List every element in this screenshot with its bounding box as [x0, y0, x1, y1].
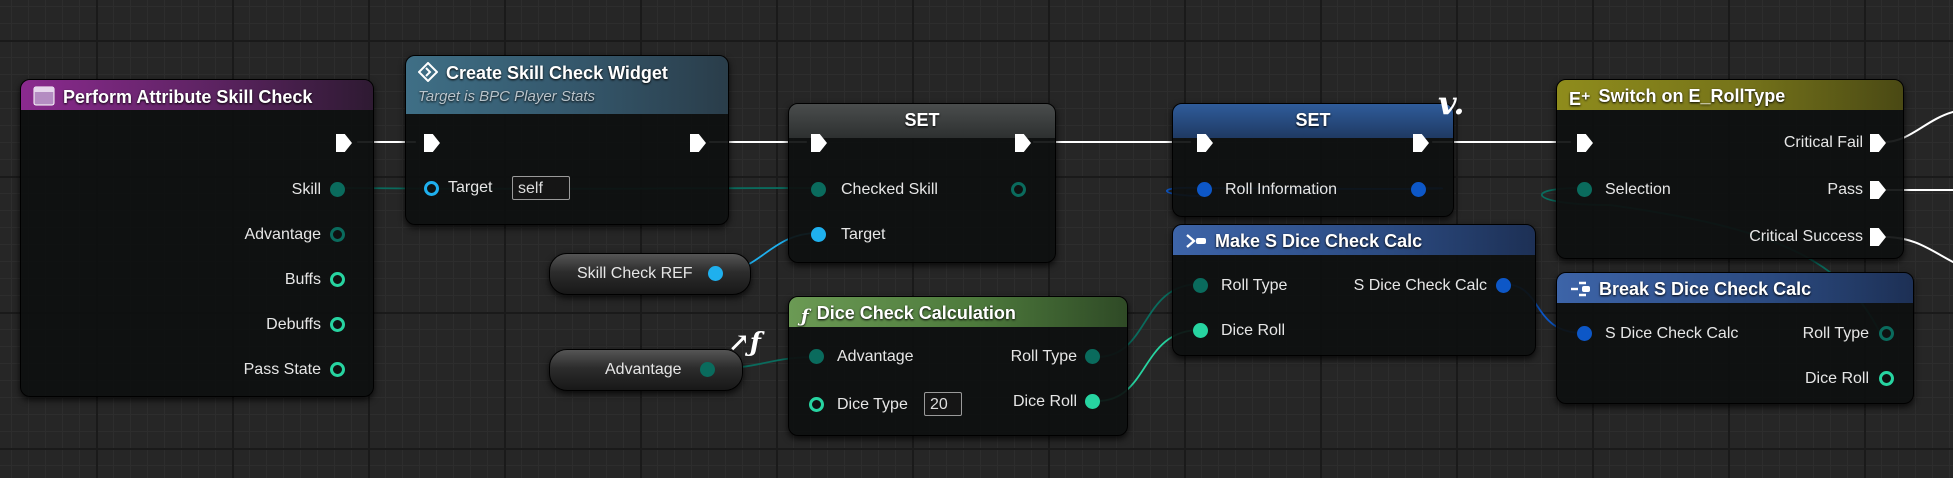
- s-dice-check-calc-out-pin[interactable]: [1496, 278, 1511, 293]
- dice-type-default-value[interactable]: 20: [924, 392, 962, 416]
- node-header: Perform Attribute Skill Check: [21, 80, 373, 110]
- getter-label: Advantage: [605, 361, 682, 378]
- dice-roll-in-pin[interactable]: [1193, 323, 1208, 338]
- node-header: SET: [789, 104, 1055, 138]
- node-title: SET: [1295, 110, 1331, 130]
- dice-roll-out-pin[interactable]: [1879, 371, 1894, 386]
- pin-label-dice-roll: Dice Roll: [1221, 322, 1286, 339]
- roll-type-out-pin[interactable]: [1879, 326, 1894, 341]
- exec-out-pin[interactable]: [690, 134, 706, 152]
- advantage-out-pin[interactable]: [330, 227, 345, 242]
- pin-label-advantage: Advantage: [837, 348, 914, 365]
- target-default-value[interactable]: self: [512, 176, 570, 200]
- perform-attribute-skill-check-node[interactable]: Perform Attribute Skill Check Skill Adva…: [20, 79, 374, 397]
- pin-label-selection: Selection: [1605, 181, 1671, 198]
- skill-check-ref-out-pin[interactable]: [708, 266, 723, 281]
- pin-label-dice-type: Dice Type: [837, 396, 908, 413]
- node-header: Break S Dice Check Calc: [1557, 273, 1913, 303]
- function-entry-icon: [33, 86, 55, 106]
- roll-information-in-pin[interactable]: [1197, 182, 1212, 197]
- exec-out-pin[interactable]: [336, 134, 352, 152]
- pass-state-out-pin[interactable]: [330, 362, 345, 377]
- pin-label-skill: Skill: [291, 181, 321, 198]
- roll-type-in-pin[interactable]: [1193, 278, 1208, 293]
- pin-label-checked-skill: Checked Skill: [841, 181, 938, 198]
- node-title: Break S Dice Check Calc: [1599, 279, 1812, 299]
- switch-on-e-rolltype-node[interactable]: E⁺ Switch on E_RollType Critical Fail Sel…: [1556, 79, 1904, 259]
- create-skill-check-widget-node[interactable]: Create Skill Check Widget Target is BPC …: [405, 55, 729, 225]
- node-header: ƒ Dice Check Calculation: [789, 297, 1127, 327]
- pin-label-roll-type: Roll Type: [1010, 348, 1077, 365]
- node-header: Make S Dice Check Calc: [1173, 225, 1535, 255]
- critical-fail-exec-out-pin[interactable]: [1870, 134, 1886, 152]
- debuffs-out-pin[interactable]: [330, 317, 345, 332]
- pin-label-roll-type: Roll Type: [1221, 277, 1288, 294]
- pin-label-s-dice-check-calc: S Dice Check Calc: [1605, 325, 1739, 342]
- break-s-dice-check-calc-node[interactable]: Break S Dice Check Calc S Dice Check Cal…: [1556, 272, 1914, 404]
- switch-icon: E⁺: [1569, 89, 1591, 109]
- set-roll-information-node[interactable]: SET Roll Information: [1172, 103, 1454, 217]
- checked-skill-in-pin[interactable]: [811, 182, 826, 197]
- pin-label-s-dice-check-calc: S Dice Check Calc: [1353, 277, 1487, 294]
- node-header: Create Skill Check Widget Target is BPC …: [406, 56, 728, 114]
- pin-label-advantage: Advantage: [244, 226, 321, 243]
- function-icon: ƒ: [801, 306, 809, 327]
- dice-check-calculation-node[interactable]: ƒ Dice Check Calculation Advantage Roll T…: [788, 296, 1128, 436]
- advantage-getter-node[interactable]: Advantage: [549, 349, 743, 391]
- target-in-pin[interactable]: [811, 227, 826, 242]
- dice-type-in-pin[interactable]: [809, 397, 824, 412]
- skill-out-pin[interactable]: [330, 182, 345, 197]
- node-title: SET: [904, 110, 940, 130]
- pin-label-dice-roll: Dice Roll: [1012, 393, 1077, 410]
- variable-marker-icon: v.: [1438, 84, 1465, 122]
- advantage-out-pin[interactable]: [700, 362, 715, 377]
- make-struct-icon: [1186, 234, 1206, 248]
- pin-label-dice-roll: Dice Roll: [1804, 370, 1869, 387]
- target-in-pin[interactable]: [424, 181, 439, 196]
- pin-label-buffs: Buffs: [284, 271, 321, 288]
- pin-label-pass: Pass: [1827, 181, 1863, 198]
- s-dice-check-calc-in-pin[interactable]: [1577, 326, 1592, 341]
- function-replicated-icon: ↗ƒ: [728, 328, 761, 358]
- buffs-out-pin[interactable]: [330, 272, 345, 287]
- node-title: Create Skill Check Widget: [446, 63, 668, 83]
- skill-check-ref-getter-node[interactable]: Skill Check REF: [549, 253, 751, 295]
- pin-label-target: Target: [448, 179, 493, 196]
- critical-success-exec-out-pin[interactable]: [1870, 228, 1886, 246]
- pin-label-critical-success: Critical Success: [1749, 228, 1863, 245]
- selection-in-pin[interactable]: [1577, 182, 1592, 197]
- node-title: Make S Dice Check Calc: [1215, 231, 1423, 251]
- pin-label-roll-information: Roll Information: [1225, 181, 1338, 198]
- dice-roll-out-pin[interactable]: [1085, 394, 1100, 409]
- node-subtitle: Target is BPC Player Stats: [418, 88, 596, 105]
- node-header: E⁺ Switch on E_RollType: [1557, 80, 1903, 110]
- pin-label-roll-type: Roll Type: [1802, 325, 1869, 342]
- exec-in-pin[interactable]: [424, 134, 440, 152]
- set-checked-skill-node[interactable]: SET Checked Skill Target: [788, 103, 1056, 263]
- pin-label-debuffs: Debuffs: [266, 316, 321, 333]
- node-title: Switch on E_RollType: [1598, 86, 1786, 106]
- node-title: Dice Check Calculation: [816, 303, 1016, 323]
- node-title: Perform Attribute Skill Check: [63, 87, 313, 107]
- exec-in-pin[interactable]: [1577, 134, 1593, 152]
- pin-label-target: Target: [841, 226, 886, 243]
- node-header: SET: [1173, 104, 1453, 138]
- function-call-icon: [418, 62, 438, 82]
- roll-type-out-pin[interactable]: [1085, 349, 1100, 364]
- advantage-in-pin[interactable]: [809, 349, 824, 364]
- checked-skill-out-pin[interactable]: [1011, 182, 1026, 197]
- pass-exec-out-pin[interactable]: [1870, 181, 1886, 199]
- make-s-dice-check-calc-node[interactable]: Make S Dice Check Calc Roll Type S Dice …: [1172, 224, 1536, 356]
- pin-label-pass-state: Pass State: [243, 361, 321, 378]
- getter-label: Skill Check REF: [577, 265, 693, 282]
- break-struct-icon: [1571, 281, 1590, 297]
- pin-label-critical-fail: Critical Fail: [1783, 134, 1863, 151]
- roll-information-out-pin[interactable]: [1411, 182, 1426, 197]
